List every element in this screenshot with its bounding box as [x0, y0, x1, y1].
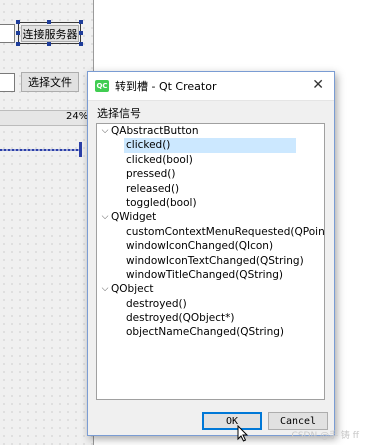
- chevron-down-icon[interactable]: ⌵: [99, 282, 111, 296]
- signal-item[interactable]: windowTitleChanged(QString): [97, 268, 324, 282]
- signal-item[interactable]: pressed(): [97, 167, 324, 181]
- tree-class-item[interactable]: ⌵ QWidget: [97, 210, 324, 224]
- tree-class-item[interactable]: ⌵ QAbstractButton: [97, 124, 324, 138]
- resize-handle[interactable]: [16, 42, 20, 46]
- resize-handle[interactable]: [79, 31, 83, 35]
- signal-item[interactable]: objectNameChanged(QString): [97, 325, 324, 339]
- class-label: QObject: [111, 283, 154, 296]
- qt-creator-logo-icon: QC: [95, 80, 109, 92]
- signal-tree[interactable]: ⌵ QAbstractButton clicked() clicked(bool…: [96, 123, 325, 400]
- signal-item-selected[interactable]: clicked(): [124, 138, 296, 153]
- resize-handle[interactable]: [16, 31, 20, 35]
- resize-handle[interactable]: [79, 42, 83, 46]
- slider-track[interactable]: [0, 149, 81, 151]
- signal-item[interactable]: destroyed(): [97, 297, 324, 311]
- dialog-title: 转到槽 - Qt Creator: [115, 80, 217, 93]
- resize-handle[interactable]: [79, 20, 83, 24]
- class-label: QWidget: [111, 211, 157, 224]
- resize-handle[interactable]: [47, 42, 51, 46]
- tree-class-item[interactable]: ⌵ QObject: [97, 282, 324, 296]
- chevron-down-icon[interactable]: ⌵: [99, 124, 111, 138]
- resize-handle[interactable]: [16, 20, 20, 24]
- progress-percent-label: 24%: [66, 111, 89, 122]
- dialog-titlebar[interactable]: QC 转到槽 - Qt Creator ✕: [88, 72, 334, 101]
- select-signal-label: 选择信号: [97, 107, 141, 120]
- signal-item[interactable]: toggled(bool): [97, 196, 324, 210]
- signal-item[interactable]: windowIconTextChanged(QString): [97, 254, 324, 268]
- resize-handle[interactable]: [47, 20, 51, 24]
- signal-item[interactable]: clicked(bool): [97, 153, 324, 167]
- mouse-cursor-icon: [237, 425, 249, 442]
- signal-item[interactable]: released(): [97, 182, 324, 196]
- signal-item[interactable]: destroyed(QObject*): [97, 311, 324, 325]
- line-edit-stub[interactable]: [0, 24, 15, 43]
- connect-server-button[interactable]: 连接服务器: [21, 25, 79, 42]
- select-file-button[interactable]: 选择文件: [21, 72, 79, 92]
- go-to-slot-dialog: QC 转到槽 - Qt Creator ✕ 选择信号 ⌵ QAbstractBu…: [87, 71, 335, 436]
- chevron-down-icon[interactable]: ⌵: [99, 210, 111, 224]
- signal-item[interactable]: windowIconChanged(QIcon): [97, 239, 324, 253]
- file-path-input-stub[interactable]: [0, 73, 15, 92]
- ok-button[interactable]: OK: [202, 412, 262, 430]
- close-icon[interactable]: ✕: [312, 78, 324, 92]
- class-label: QAbstractButton: [111, 125, 199, 137]
- signal-item[interactable]: customContextMenuRequested(QPoint): [97, 225, 324, 239]
- watermark: CSDN @手 铸 ff: [291, 431, 359, 441]
- designer-form-canvas: 连接服务器 选择文件 24%: [0, 0, 94, 445]
- slider-handle[interactable]: [79, 142, 82, 157]
